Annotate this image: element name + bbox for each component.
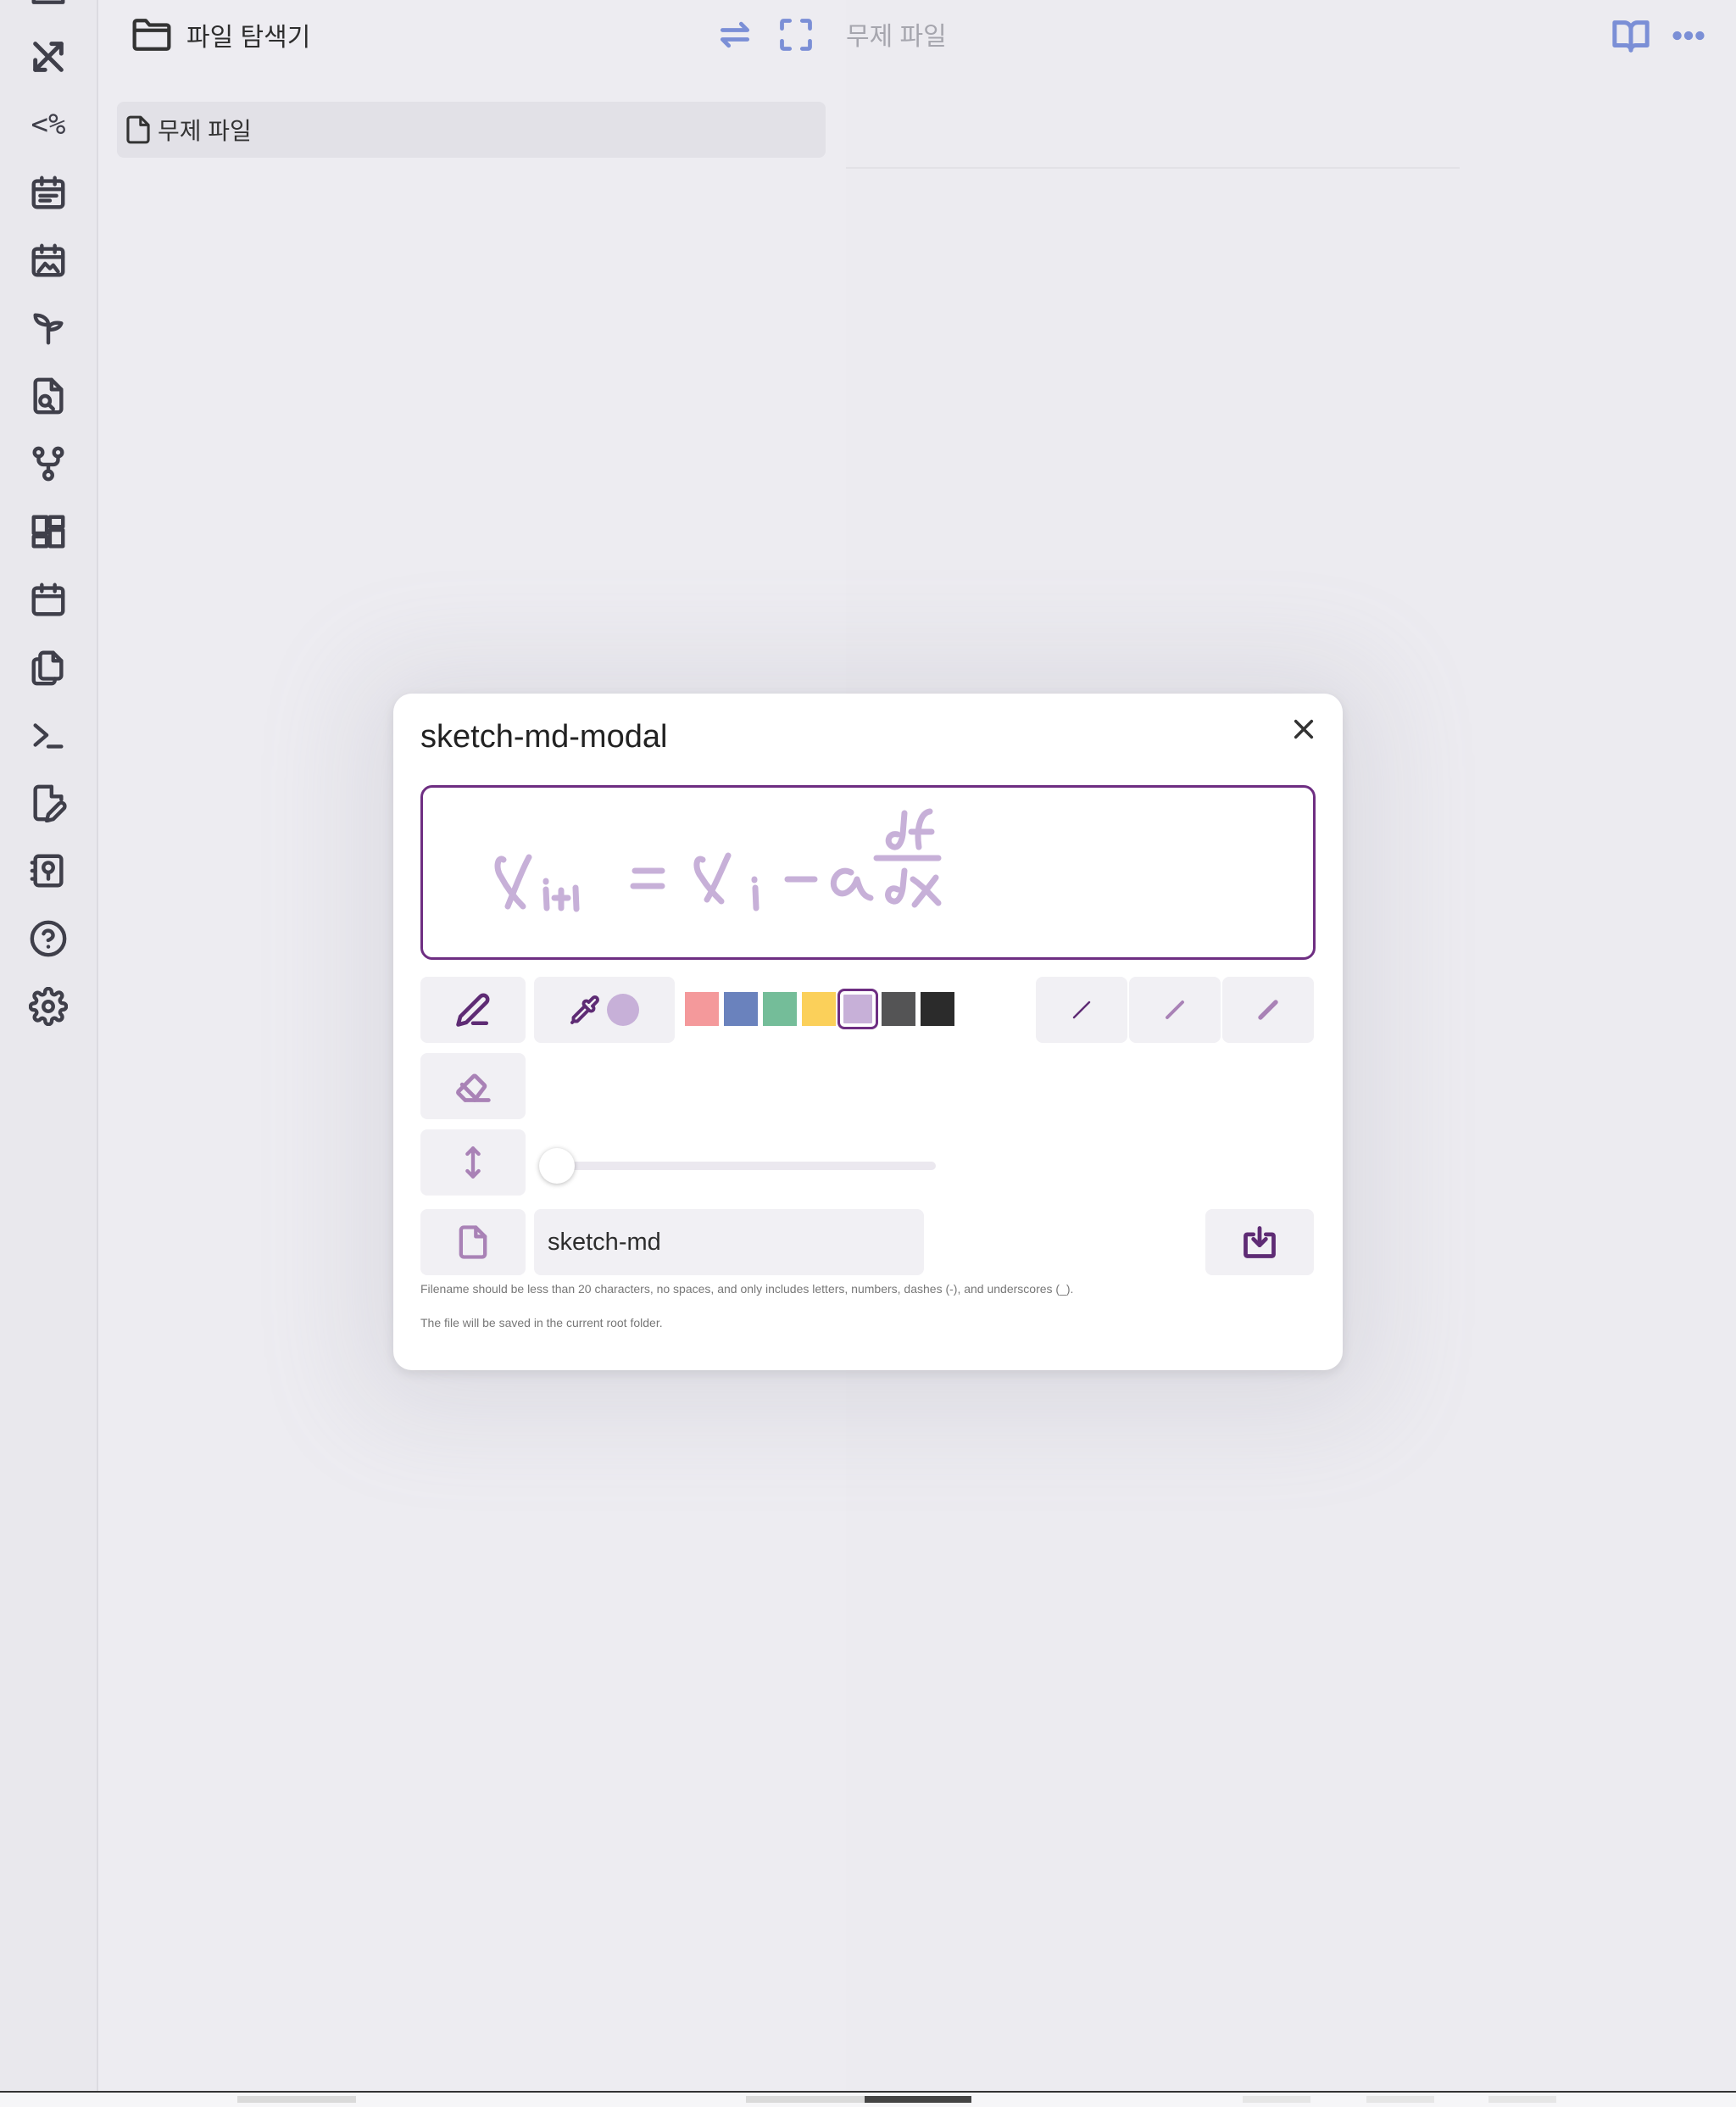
settings-gear-icon[interactable] (22, 980, 75, 1033)
stroke-thick-button[interactable] (1222, 977, 1314, 1043)
color-swatch[interactable] (724, 992, 758, 1026)
swap-arrows-button[interactable] (712, 12, 758, 58)
pen-icon (456, 993, 490, 1027)
reading-view-button[interactable] (1607, 12, 1655, 59)
handwritten-ink (494, 808, 942, 912)
file-icon (126, 115, 150, 144)
modal-title: sketch-md-modal (420, 719, 668, 755)
download-icon (1244, 1226, 1276, 1258)
color-swatch[interactable] (763, 992, 797, 1026)
copy-files-icon[interactable] (22, 641, 75, 694)
file-explorer-title: 파일 탐색기 (186, 24, 311, 52)
thin-line-icon (1072, 1001, 1091, 1019)
ribbon: <% (0, 0, 98, 2093)
more-dots-icon (1672, 31, 1705, 41)
eraser-tool-button[interactable] (420, 1053, 526, 1119)
close-icon (1294, 719, 1314, 739)
file-edit-icon[interactable] (22, 777, 75, 829)
file-tree-item[interactable]: 무제 파일 (117, 102, 826, 158)
file-search-icon[interactable] (22, 370, 75, 422)
ribbon-partial-icon[interactable] (22, 0, 75, 22)
canvas-height-button[interactable] (420, 1129, 526, 1196)
git-fork-icon[interactable] (22, 438, 75, 490)
file-explorer-header: 파일 탐색기 (132, 12, 310, 58)
color-swatch[interactable] (802, 992, 836, 1026)
calendar-image-icon[interactable] (22, 234, 75, 287)
close-button[interactable] (1280, 705, 1327, 753)
calendar-icon[interactable] (22, 573, 75, 626)
fullscreen-icon (780, 19, 812, 51)
current-color-indicator (607, 994, 639, 1026)
color-swatch[interactable] (685, 992, 719, 1026)
terminal-icon[interactable] (22, 709, 75, 761)
note-title[interactable]: 무제 파일 (846, 15, 947, 53)
stroke-medium-button[interactable] (1129, 977, 1221, 1043)
drawing-canvas[interactable] (420, 785, 1316, 960)
strip-thumb (746, 2096, 865, 2103)
strip-thumb (865, 2096, 971, 2103)
strip-thumb (1488, 2096, 1556, 2103)
save-location-hint: The file will be saved in the current ro… (420, 1316, 663, 1329)
book-open-icon (1612, 20, 1650, 53)
vertical-arrows-icon (465, 1146, 481, 1179)
eyedropper-icon (570, 995, 599, 1024)
strip-thumb (1243, 2096, 1310, 2103)
swap-arrows-icon (720, 21, 750, 48)
file-icon (459, 1225, 487, 1259)
canvas-height-slider[interactable] (546, 1162, 936, 1170)
eraser-icon (456, 1073, 491, 1102)
templater-icon[interactable]: <% (22, 98, 75, 151)
color-picker-button[interactable] (534, 977, 675, 1043)
filename-hint: Filename should be less than 20 characte… (420, 1282, 1074, 1296)
filename-input[interactable] (534, 1209, 924, 1275)
stroke-thin-button[interactable] (1036, 977, 1127, 1043)
pen-tool-button[interactable] (420, 977, 526, 1043)
color-swatch[interactable] (921, 992, 954, 1026)
color-swatch[interactable] (837, 989, 878, 1029)
more-options-button[interactable] (1665, 12, 1712, 59)
dashboard-icon[interactable] (22, 505, 75, 558)
file-type-button[interactable] (420, 1209, 526, 1275)
color-swatch[interactable] (882, 992, 915, 1026)
save-button[interactable] (1205, 1209, 1314, 1275)
file-tree-item-label: 무제 파일 (158, 118, 252, 144)
contact-card-icon[interactable] (22, 844, 75, 897)
thick-line-icon (1258, 1000, 1278, 1020)
title-divider (846, 167, 1460, 169)
strip-thumb (237, 2096, 356, 2103)
help-icon[interactable] (22, 912, 75, 965)
excalidraw-icon[interactable] (22, 31, 75, 83)
medium-line-icon (1166, 1001, 1184, 1019)
expand-button[interactable] (773, 12, 819, 58)
bottom-thumbnail-strip (0, 2091, 1736, 2107)
sprout-icon[interactable] (22, 302, 75, 354)
sketch-modal: sketch-md-modal sketch-md Filename shoul… (393, 694, 1343, 1370)
slider-thumb[interactable] (539, 1148, 575, 1184)
daily-note-icon[interactable] (22, 166, 75, 219)
strip-thumb (1366, 2096, 1434, 2103)
folder-icon (132, 19, 171, 51)
